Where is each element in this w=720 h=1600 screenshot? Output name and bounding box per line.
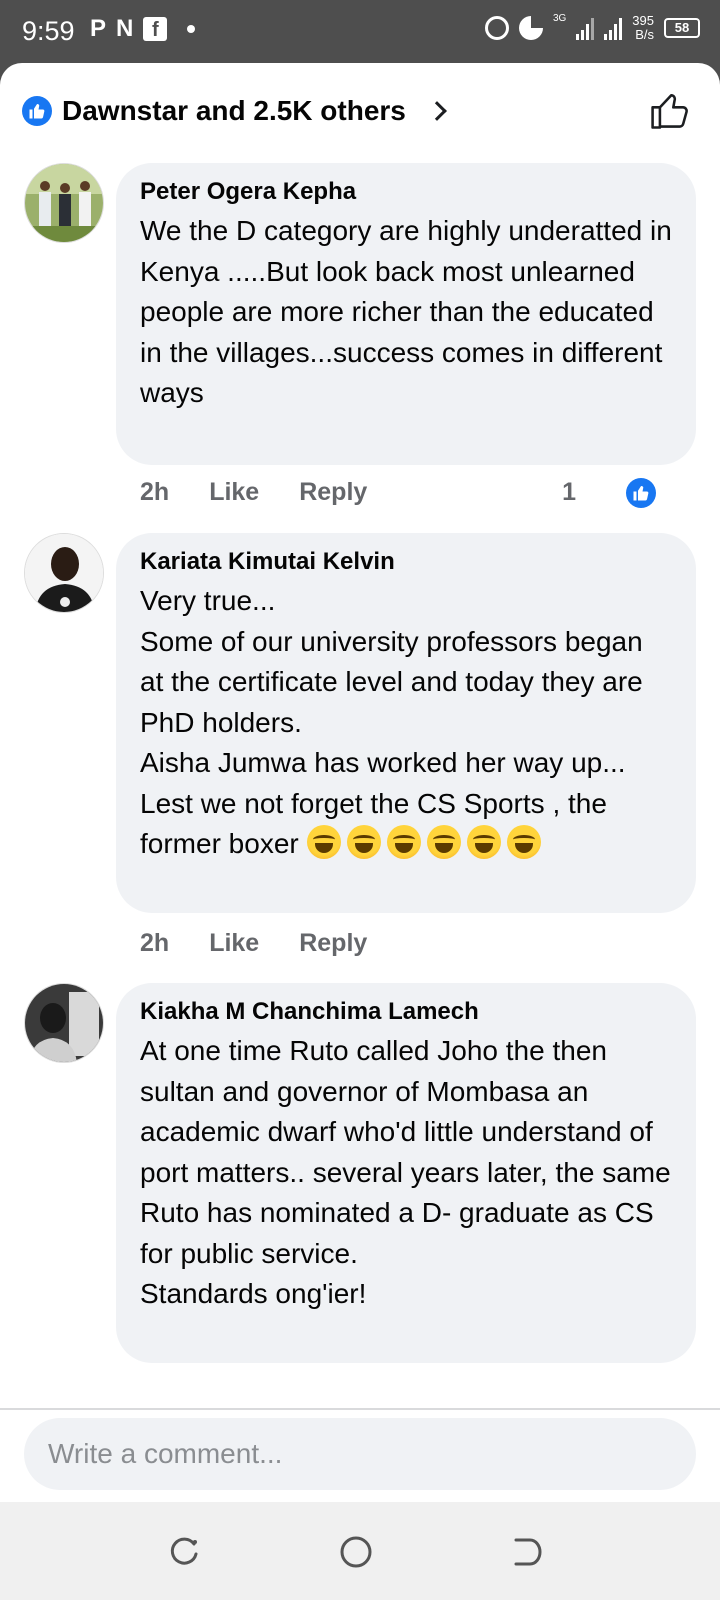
comment-text: Very true... Some of our university prof… <box>140 581 672 865</box>
avatar[interactable] <box>24 533 104 613</box>
composer-divider <box>0 1408 720 1410</box>
network-type: 3G <box>552 13 567 24</box>
comment-text: At one time Ruto called Joho the then su… <box>140 1031 672 1315</box>
status-bar: 9:59 P N f 3G 395 B/s 58 <box>0 0 720 62</box>
system-navigation-bar <box>0 1502 720 1600</box>
alarm-icon <box>484 16 509 40</box>
avatar[interactable] <box>24 163 104 243</box>
reply-button[interactable]: Reply <box>299 478 367 507</box>
chevron-right-icon <box>426 101 447 121</box>
signal-1-icon <box>576 16 595 40</box>
comment-line: Aisha Jumwa has worked her way up... <box>140 747 626 778</box>
comments-sheet: Dawnstar and 2.5K others Peter Ogera Kep… <box>0 63 720 1600</box>
emoji-row <box>306 825 547 859</box>
comment-time: 2h <box>140 929 170 957</box>
comment-bubble[interactable]: Kiakha M Chanchima Lamech At one time Ru… <box>116 983 696 1363</box>
laughing-tears-emoji-icon <box>466 825 501 859</box>
comment-time: 2h <box>140 478 170 506</box>
laughing-tears-emoji-icon <box>506 825 541 859</box>
battery-icon: 58 <box>664 18 700 38</box>
like-reaction-icon <box>626 477 656 508</box>
laughing-tears-emoji-icon <box>386 825 421 859</box>
notification-icons: P N f <box>90 15 196 43</box>
like-count-number: 1 <box>562 478 576 506</box>
comment-line: Very true... <box>140 585 276 616</box>
avatar[interactable] <box>24 983 104 1063</box>
comment-author[interactable]: Kiakha M Chanchima Lamech <box>140 997 672 1027</box>
laughing-tears-emoji-icon <box>346 825 381 859</box>
n-notification-icon: N <box>116 15 134 42</box>
comment-author[interactable]: Kariata Kimutai Kelvin <box>140 547 672 577</box>
comment-item: Kariata Kimutai Kelvin Very true... Some… <box>24 533 696 983</box>
signal-2-icon <box>604 16 623 40</box>
comment-line: Lest we not forget the CS Sports , the f… <box>140 784 672 865</box>
like-post-button[interactable] <box>648 89 692 133</box>
like-reaction-icon <box>22 96 52 126</box>
speed-unit: B/s <box>635 27 654 42</box>
comment-composer[interactable] <box>24 1418 696 1490</box>
comment-bubble[interactable]: Kariata Kimutai Kelvin Very true... Some… <box>116 533 696 913</box>
comment-author[interactable]: Peter Ogera Kepha <box>140 177 672 207</box>
facebook-notification-icon: f <box>143 17 168 41</box>
like-comment-button[interactable]: Like <box>209 929 259 958</box>
recent-apps-icon <box>170 1537 198 1565</box>
speed-value: 395 <box>632 13 654 28</box>
comment-actions: 2h Like Reply <box>140 929 407 958</box>
status-time: 9:59 <box>22 16 75 46</box>
reactions-summary[interactable]: Dawnstar and 2.5K others <box>22 91 447 131</box>
back-button[interactable] <box>508 1532 548 1572</box>
recent-apps-button[interactable] <box>164 1532 204 1572</box>
laughing-tears-emoji-icon <box>426 825 461 859</box>
network-speed: 395 B/s <box>632 14 654 42</box>
comment-input[interactable] <box>24 1418 696 1490</box>
system-icons: 3G 395 B/s 58 <box>484 13 700 42</box>
home-circle-icon <box>340 1536 372 1568</box>
p-notification-icon: P <box>90 15 107 42</box>
thumbs-up-outline-icon <box>651 93 688 129</box>
comment-like-count[interactable]: 1 <box>562 477 696 508</box>
comment-line: At one time Ruto called Joho the then su… <box>140 1035 671 1269</box>
more-notifications-dot-icon <box>187 25 196 33</box>
comment-item: Peter Ogera Kepha We the D category are … <box>24 163 696 533</box>
back-icon <box>514 1538 542 1566</box>
comment-text: We the D category are highly underatted … <box>140 215 672 408</box>
home-button[interactable] <box>336 1532 376 1572</box>
comment-item: Kiakha M Chanchima Lamech At one time Ru… <box>24 983 696 1403</box>
laughing-tears-emoji-icon <box>306 825 341 859</box>
data-saver-icon <box>518 16 543 40</box>
like-comment-button[interactable]: Like <box>209 478 259 507</box>
comment-bubble[interactable]: Peter Ogera Kepha We the D category are … <box>116 163 696 465</box>
reply-button[interactable]: Reply <box>299 929 367 958</box>
comment-actions: 2h Like Reply 1 <box>140 477 696 508</box>
comment-line: Standards ong'ier! <box>140 1278 367 1309</box>
reactions-text: Dawnstar and 2.5K others <box>62 95 406 126</box>
comment-line: Some of our university professors began … <box>140 625 643 738</box>
